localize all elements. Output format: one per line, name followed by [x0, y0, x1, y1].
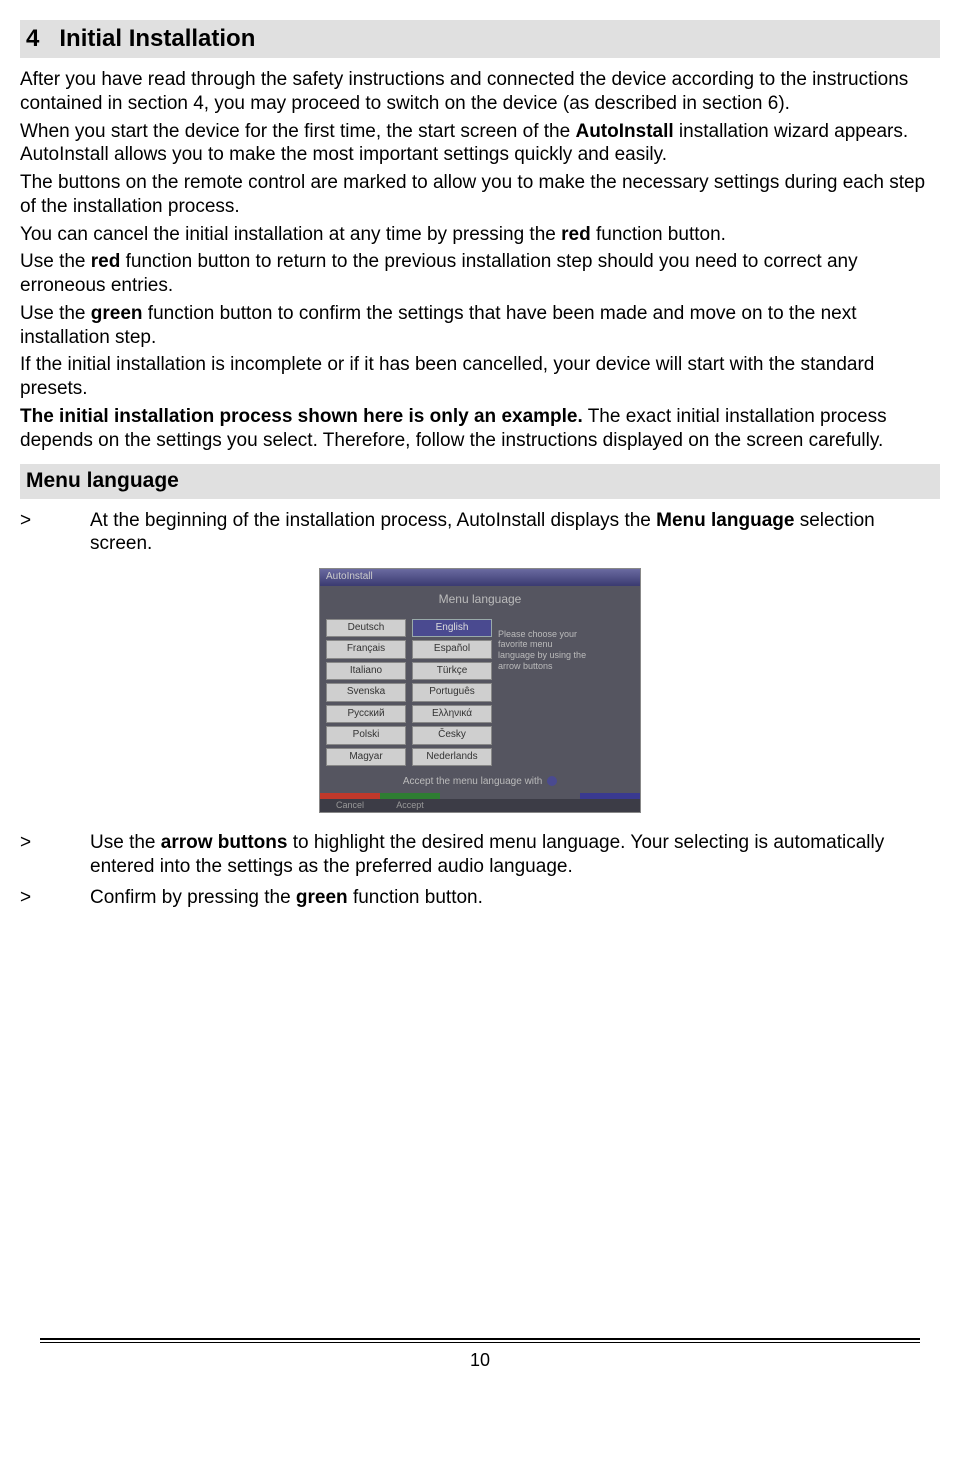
text-run: Confirm by pressing the [90, 887, 296, 908]
section-heading: 4 Initial Installation [20, 20, 940, 58]
step-marker: > [20, 831, 90, 879]
language-option: Ελληνικά [412, 705, 492, 724]
bold-term: AutoInstall [575, 121, 673, 142]
accept-label: Accept [380, 799, 440, 812]
section-number: 4 [26, 25, 39, 52]
text-run: function button. [591, 224, 726, 245]
page-number: 10 [20, 1349, 940, 1372]
text-run: function button to confirm the settings … [20, 303, 857, 348]
body-paragraph: If the initial installation is incomplet… [20, 353, 940, 401]
text-run: Accept the menu language with [403, 776, 543, 787]
ok-icon [547, 776, 557, 786]
bold-term: arrow buttons [161, 832, 288, 853]
body-paragraph: Use the green function button to confirm… [20, 302, 940, 350]
step-text: Use the arrow buttons to highlight the d… [90, 831, 940, 879]
step-item: > Use the arrow buttons to highlight the… [20, 831, 940, 879]
subsection-heading: Menu language [20, 464, 940, 498]
screenshot-box: AutoInstall Menu language Deutsch França… [319, 568, 641, 813]
language-option: Deutsch [326, 619, 406, 638]
bold-term: green [91, 303, 143, 324]
blue-label [580, 799, 640, 812]
screenshot-titlebar: AutoInstall [320, 569, 640, 586]
body-paragraph: The initial installation process shown h… [20, 405, 940, 453]
cancel-label: Cancel [320, 799, 380, 812]
step-item: > Confirm by pressing the green function… [20, 886, 940, 910]
bold-term: green [296, 887, 348, 908]
text-run: You can cancel the initial installation … [20, 224, 561, 245]
text-run: Use the [20, 251, 91, 272]
bold-term: red [561, 224, 591, 245]
body-paragraph: When you start the device for the first … [20, 120, 940, 168]
body-paragraph: The buttons on the remote control are ma… [20, 171, 940, 219]
body-paragraph: Use the red function button to return to… [20, 250, 940, 298]
language-column-2: English Español Türkçe Português Ελληνικ… [412, 619, 492, 767]
text-run: function button to return to the previou… [20, 251, 858, 296]
screenshot-footer: Accept the menu language with [320, 772, 640, 793]
language-option: Magyar [326, 748, 406, 767]
screenshot-header: Menu language [320, 586, 640, 613]
bold-term: Menu language [656, 510, 794, 531]
language-option: Español [412, 640, 492, 659]
language-option: Français [326, 640, 406, 659]
footer-rule [40, 1338, 920, 1343]
step-item: > At the beginning of the installation p… [20, 509, 940, 557]
step-text: Confirm by pressing the green function b… [90, 886, 940, 910]
language-option-selected: English [412, 619, 492, 638]
language-column-1: Deutsch Français Italiano Svenska Русски… [326, 619, 406, 767]
bold-sentence: The initial installation process shown h… [20, 406, 583, 427]
step-marker: > [20, 886, 90, 910]
language-option: Português [412, 683, 492, 702]
step-text: At the beginning of the installation pro… [90, 509, 940, 557]
bold-term: red [91, 251, 121, 272]
language-option: Svenska [326, 683, 406, 702]
text-run: Use the [20, 303, 91, 324]
language-option: Türkçe [412, 662, 492, 681]
embedded-screenshot: AutoInstall Menu language Deutsch França… [20, 568, 940, 813]
text-run: Use the [90, 832, 161, 853]
body-paragraph: You can cancel the initial installation … [20, 223, 940, 247]
language-option: Nederlands [412, 748, 492, 767]
screenshot-hint: Please choose your favorite menu languag… [498, 619, 590, 767]
language-option: Česky [412, 726, 492, 745]
language-option: Italiano [326, 662, 406, 681]
text-run: When you start the device for the first … [20, 121, 575, 142]
language-option: Русский [326, 705, 406, 724]
screenshot-body: Deutsch Français Italiano Svenska Русски… [320, 613, 640, 773]
text-run: At the beginning of the installation pro… [90, 510, 656, 531]
empty-space [20, 918, 940, 1338]
section-title: Initial Installation [59, 25, 255, 52]
label-spacer [440, 799, 580, 812]
screenshot-button-labels: Cancel Accept [320, 799, 640, 812]
language-option: Polski [326, 726, 406, 745]
step-marker: > [20, 509, 90, 557]
text-run: function button. [348, 887, 483, 908]
body-paragraph: After you have read through the safety i… [20, 68, 940, 116]
